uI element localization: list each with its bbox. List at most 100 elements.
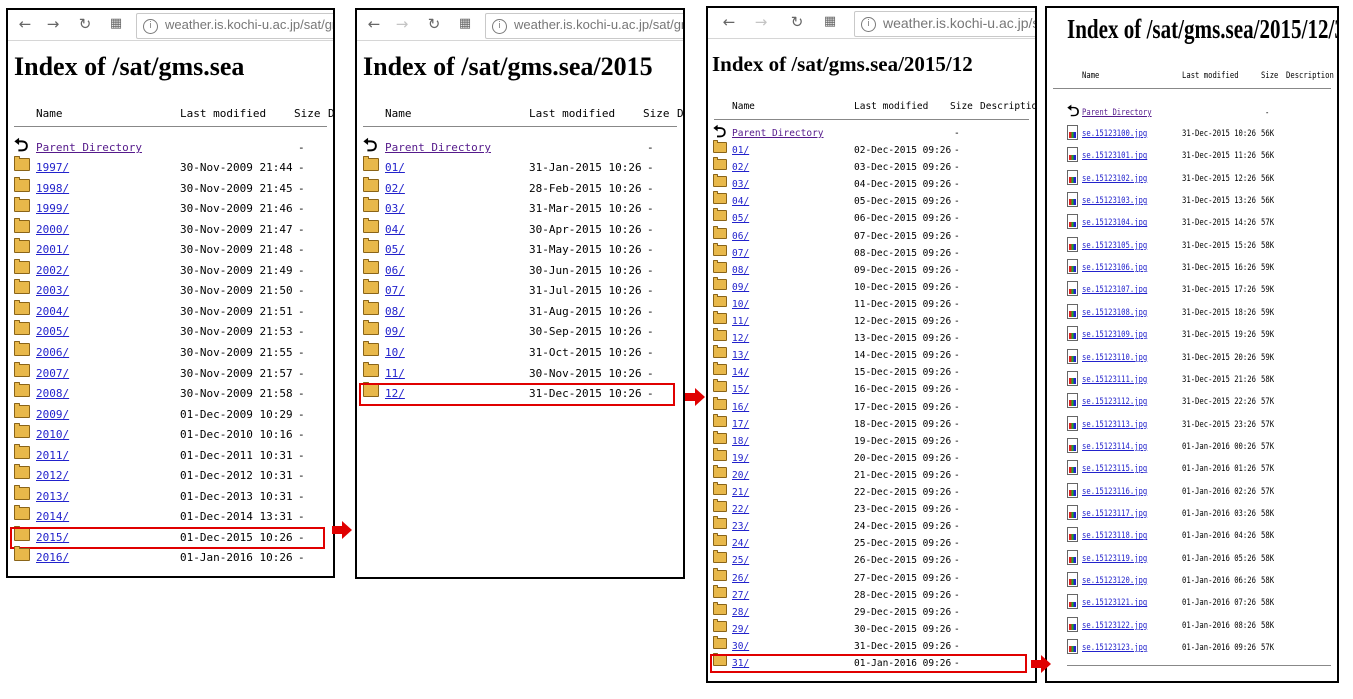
folder-icon[interactable] — [713, 601, 727, 615]
directory-link[interactable]: 13/ — [732, 350, 749, 361]
directory-row[interactable]: 08/09-Dec-2015 09:26- — [708, 259, 1035, 281]
folder-icon[interactable] — [713, 413, 727, 427]
image-file-icon[interactable] — [1067, 549, 1078, 565]
folder-icon[interactable] — [363, 340, 379, 356]
directory-link[interactable]: 08/ — [385, 305, 405, 318]
directory-link[interactable]: 09/ — [732, 282, 749, 293]
file-row[interactable]: se.15123114.jpg 01-Jan-2016 00:26 57K — [1047, 437, 1337, 457]
directory-row[interactable]: 16/17-Dec-2015 09:26- — [708, 396, 1035, 418]
column-header-size[interactable]: Size — [950, 101, 973, 112]
file-row[interactable]: se.15123107.jpg 31-Dec-2015 17:26 59K — [1047, 281, 1337, 300]
file-link[interactable]: se.15123100.jpg — [1082, 129, 1147, 139]
directory-link[interactable]: 2011/ — [36, 449, 69, 462]
directory-row[interactable]: 2000/30-Nov-2009 21:47- — [8, 217, 333, 240]
image-file-icon[interactable] — [1067, 236, 1078, 252]
directory-link[interactable]: 09/ — [385, 325, 405, 338]
directory-link[interactable]: 05/ — [385, 243, 405, 256]
folder-icon[interactable] — [713, 362, 727, 376]
directory-row[interactable]: 12/13-Dec-2015 09:26- — [708, 328, 1035, 349]
folder-icon[interactable] — [713, 293, 727, 307]
folder-icon[interactable] — [713, 174, 727, 188]
directory-link[interactable]: 29/ — [732, 624, 749, 635]
directory-row[interactable]: 2014/01-Dec-2014 13:31- — [8, 505, 333, 527]
directory-link[interactable]: 23/ — [732, 521, 749, 532]
directory-row[interactable]: 2012/01-Dec-2012 10:31- — [8, 464, 333, 486]
file-link[interactable]: se.15123109.jpg — [1082, 330, 1147, 340]
image-file-icon[interactable] — [1067, 326, 1078, 342]
column-header-description[interactable]: Description — [677, 107, 683, 120]
directory-link[interactable]: 11/ — [385, 367, 405, 380]
file-row[interactable]: se.15123102.jpg 31-Dec-2015 12:26 56K — [1047, 169, 1337, 189]
column-header-description[interactable]: Description — [328, 107, 333, 120]
file-link[interactable]: se.15123105.jpg — [1082, 241, 1147, 251]
folder-icon[interactable] — [713, 225, 727, 239]
directory-link[interactable]: 08/ — [732, 265, 749, 276]
image-file-icon[interactable] — [1067, 527, 1078, 543]
directory-link[interactable]: 04/ — [732, 196, 749, 207]
folder-icon[interactable] — [713, 140, 727, 153]
file-row[interactable]: se.15123122.jpg 01-Jan-2016 08:26 58K — [1047, 616, 1337, 636]
folder-icon[interactable] — [713, 379, 727, 393]
directory-row[interactable]: 15/16-Dec-2015 09:26- — [708, 379, 1035, 400]
directory-link[interactable]: 19/ — [732, 453, 749, 464]
folder-icon[interactable] — [713, 533, 727, 547]
directory-row[interactable]: 2009/01-Dec-2009 10:29- — [8, 402, 333, 425]
address-bar[interactable]: i weather.is.kochi-u.ac.jp/sat/gms.sea/2… — [485, 13, 683, 39]
folder-icon[interactable] — [713, 208, 727, 222]
directory-row[interactable]: 1997/30-Nov-2009 21:44- — [8, 156, 333, 178]
directory-row[interactable]: 2008/30-Nov-2009 21:58- — [8, 382, 333, 404]
directory-link[interactable]: 02/ — [732, 162, 749, 173]
directory-row[interactable]: 06/07-Dec-2015 09:26- — [708, 225, 1035, 247]
folder-icon[interactable] — [363, 197, 379, 213]
folder-icon[interactable] — [14, 258, 30, 274]
directory-row[interactable]: 2003/30-Nov-2009 21:50- — [8, 279, 333, 301]
folder-icon[interactable] — [363, 238, 379, 254]
directory-link[interactable]: 03/ — [732, 179, 749, 190]
directory-row[interactable]: 24/25-Dec-2015 09:26- — [708, 533, 1035, 554]
directory-link[interactable]: 06/ — [385, 264, 405, 277]
forward-arrow-icon[interactable]: → — [752, 13, 770, 31]
file-row[interactable]: se.15123105.jpg 31-Dec-2015 15:26 58K — [1047, 236, 1337, 256]
file-link[interactable]: se.15123116.jpg — [1082, 487, 1147, 497]
directory-row[interactable]: 11/30-Nov-2015 10:26- — [357, 361, 683, 384]
directory-link[interactable]: 21/ — [732, 487, 749, 498]
file-row[interactable]: se.15123111.jpg 31-Dec-2015 21:26 58K — [1047, 370, 1337, 390]
folder-icon[interactable] — [14, 238, 30, 254]
parent-directory-icon[interactable]: ⮌ — [1067, 103, 1079, 120]
folder-icon[interactable] — [363, 361, 379, 377]
directory-row[interactable]: 28/29-Dec-2015 09:26- — [708, 601, 1035, 623]
directory-link[interactable]: 2014/ — [36, 510, 69, 523]
directory-row[interactable]: 04/05-Dec-2015 09:26- — [708, 191, 1035, 212]
folder-icon[interactable] — [363, 258, 379, 274]
file-row[interactable]: se.15123113.jpg 31-Dec-2015 23:26 57K — [1047, 415, 1337, 435]
apps-grid-icon[interactable]: ▦ — [456, 15, 474, 33]
file-link[interactable]: se.15123110.jpg — [1082, 353, 1147, 363]
parent-directory-row[interactable]: ⮌ Parent Directory - — [357, 137, 683, 158]
directory-link[interactable]: 2008/ — [36, 387, 69, 400]
file-row[interactable]: se.15123109.jpg 31-Dec-2015 19:26 59K — [1047, 326, 1337, 345]
image-file-icon[interactable] — [1067, 281, 1078, 297]
directory-link[interactable]: 20/ — [732, 470, 749, 481]
directory-link[interactable]: 25/ — [732, 555, 749, 566]
directory-row[interactable]: 2013/01-Dec-2013 10:31- — [8, 484, 333, 507]
directory-link[interactable]: 03/ — [385, 202, 405, 215]
directory-link[interactable]: 2016/ — [36, 551, 69, 564]
file-link[interactable]: se.15123121.jpg — [1082, 598, 1147, 608]
directory-row[interactable]: 2010/01-Dec-2010 10:16- — [8, 423, 333, 445]
image-file-icon[interactable] — [1067, 370, 1078, 386]
directory-link[interactable]: 05/ — [732, 213, 749, 224]
image-file-icon[interactable] — [1067, 482, 1078, 498]
folder-icon[interactable] — [713, 499, 727, 513]
directory-link[interactable]: 1999/ — [36, 202, 69, 215]
directory-row[interactable]: 11/12-Dec-2015 09:26- — [708, 311, 1035, 332]
forward-arrow-icon[interactable]: → — [393, 15, 411, 33]
column-header-size[interactable]: Size — [1261, 71, 1278, 81]
folder-icon[interactable] — [363, 320, 379, 336]
file-link[interactable]: se.15123111.jpg — [1082, 375, 1147, 385]
file-link[interactable]: se.15123123.jpg — [1082, 643, 1147, 653]
site-info-icon[interactable]: i — [143, 19, 158, 34]
directory-link[interactable]: 01/ — [732, 145, 749, 156]
address-bar[interactable]: i weather.is.kochi-u.ac.jp/sat/gms.sea/ — [136, 13, 333, 39]
directory-row[interactable]: 22/23-Dec-2015 09:26- — [708, 499, 1035, 520]
directory-link[interactable]: 27/ — [732, 590, 749, 601]
